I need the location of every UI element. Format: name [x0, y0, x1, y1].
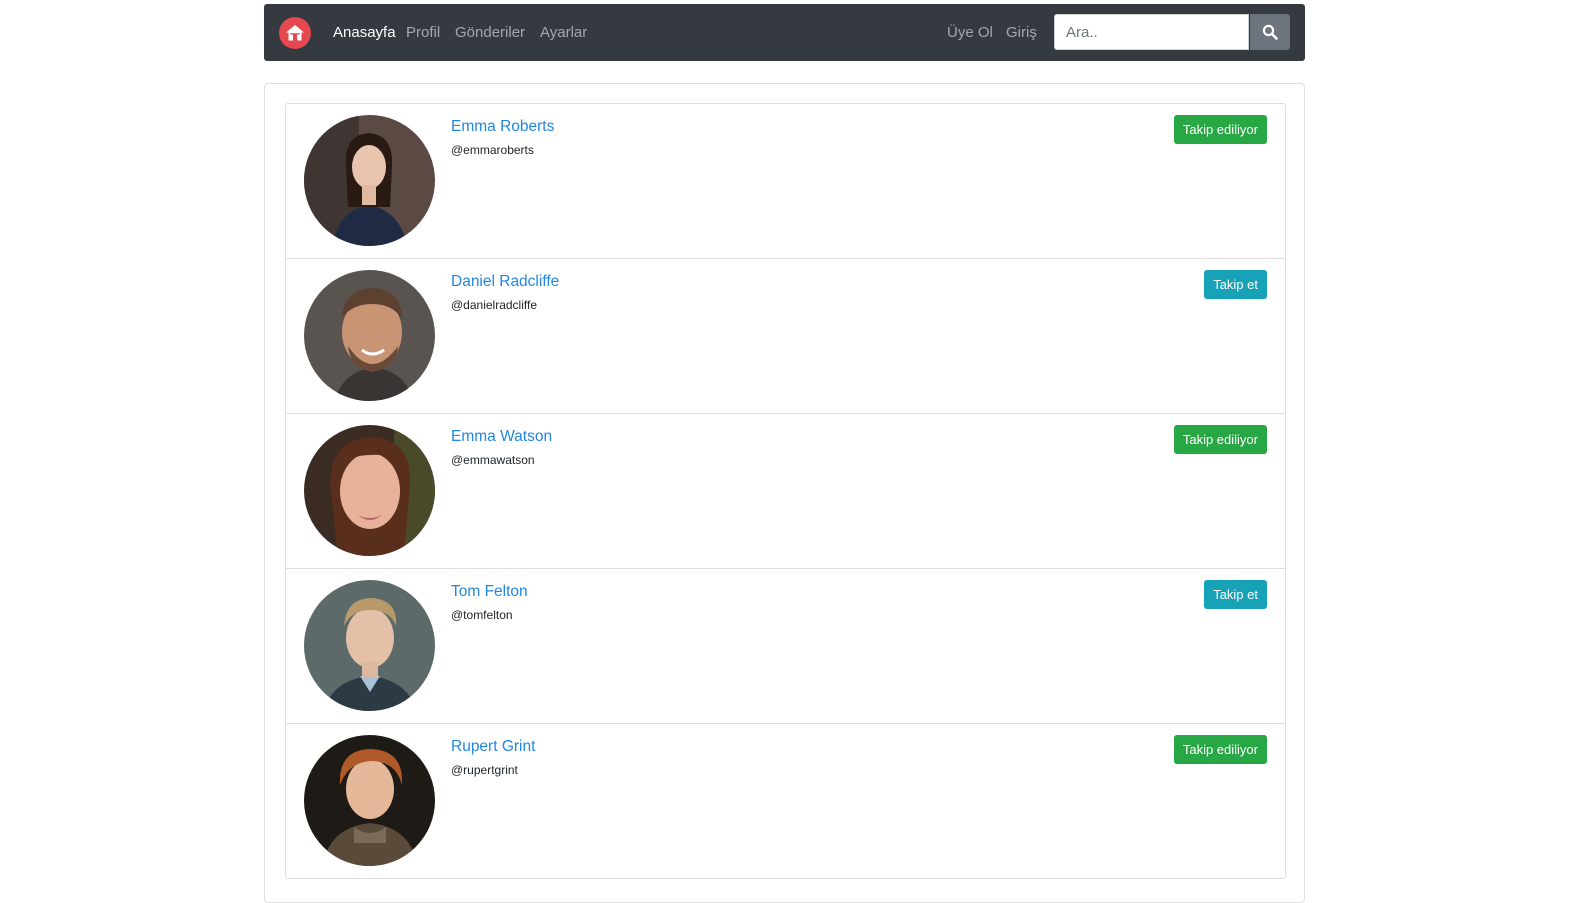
nav-link-profil[interactable]: Profil: [406, 23, 440, 43]
search-button[interactable]: [1250, 14, 1290, 50]
nav-link-uye-ol[interactable]: Üye Ol: [947, 23, 993, 43]
follow-button[interactable]: Takip et: [1204, 270, 1267, 299]
user-name-link[interactable]: Tom Felton: [451, 583, 528, 601]
list-item: Emma Roberts @emmaroberts Takip ediliyor: [286, 104, 1285, 258]
nav-link-giris[interactable]: Giriş: [1006, 23, 1037, 43]
navbar: Anasayfa Profil Gönderiler Ayarlar Üye O…: [264, 4, 1305, 61]
avatar[interactable]: [304, 580, 435, 711]
home-icon: [286, 25, 304, 41]
user-handle: @danielradcliffe: [451, 298, 538, 312]
user-handle: @tomfelton: [451, 608, 513, 622]
list-item: Daniel Radcliffe @danielradcliffe Takip …: [286, 258, 1285, 413]
list-item: Rupert Grint @rupertgrint Takip ediliyor: [286, 723, 1285, 878]
search-input[interactable]: [1054, 14, 1249, 50]
brand-logo[interactable]: [279, 17, 311, 49]
follow-button[interactable]: Takip et: [1204, 580, 1267, 609]
following-button[interactable]: Takip ediliyor: [1173, 115, 1267, 144]
user-name-link[interactable]: Emma Watson: [451, 428, 552, 446]
following-button[interactable]: Takip ediliyor: [1173, 425, 1267, 454]
following-button[interactable]: Takip ediliyor: [1173, 735, 1267, 764]
list-item: Tom Felton @tomfelton Takip et: [286, 568, 1285, 723]
user-handle: @rupertgrint: [451, 763, 518, 777]
avatar[interactable]: [304, 115, 435, 246]
user-name-link[interactable]: Daniel Radcliffe: [451, 273, 559, 291]
user-name-link[interactable]: Rupert Grint: [451, 738, 535, 756]
avatar[interactable]: [304, 735, 435, 866]
user-name-link[interactable]: Emma Roberts: [451, 118, 554, 136]
list-item: Emma Watson @emmawatson Takip ediliyor: [286, 413, 1285, 568]
search-icon: [1262, 24, 1278, 40]
avatar[interactable]: [304, 425, 435, 556]
user-handle: @emmaroberts: [451, 143, 534, 157]
users-card: Emma Roberts @emmaroberts Takip ediliyor…: [264, 83, 1305, 903]
nav-link-ayarlar[interactable]: Ayarlar: [540, 23, 587, 43]
nav-link-anasayfa[interactable]: Anasayfa: [333, 23, 396, 43]
user-handle: @emmawatson: [451, 453, 535, 467]
nav-link-gonderiler[interactable]: Gönderiler: [455, 23, 525, 43]
user-list: Emma Roberts @emmaroberts Takip ediliyor…: [285, 103, 1286, 879]
avatar[interactable]: [304, 270, 435, 401]
